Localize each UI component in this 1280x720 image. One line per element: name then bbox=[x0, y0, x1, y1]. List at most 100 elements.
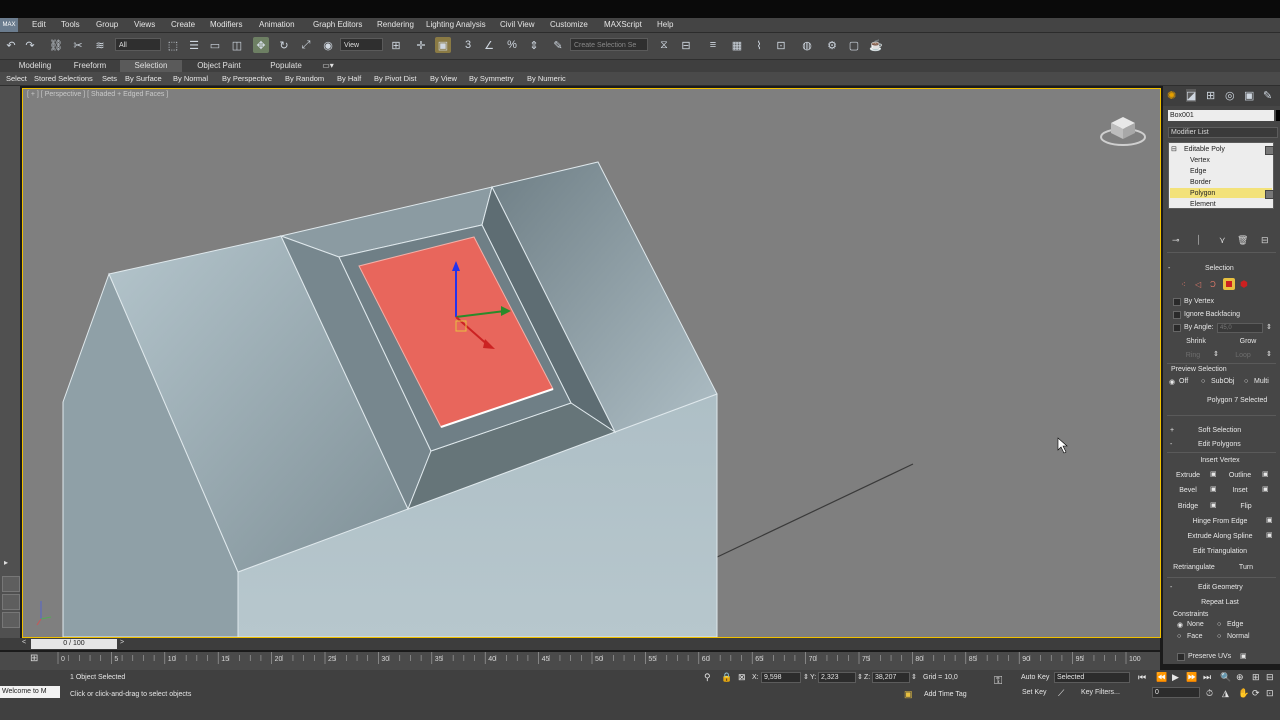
menu-rendering[interactable]: Rendering bbox=[377, 18, 414, 32]
create-tab-icon[interactable]: ✺ bbox=[1167, 89, 1176, 102]
set-key-button[interactable]: Set Key bbox=[1022, 689, 1047, 696]
subbar-by-random[interactable]: By Random bbox=[285, 72, 324, 85]
loop-button[interactable]: Loop bbox=[1225, 350, 1261, 362]
polygon-mode-icon[interactable] bbox=[1223, 278, 1235, 290]
preserve-uvs-settings-icon[interactable]: ▣ bbox=[1240, 652, 1247, 660]
tab-object-paint[interactable]: Object Paint bbox=[186, 60, 252, 72]
undo-icon[interactable]: ↶ bbox=[3, 37, 19, 53]
reference-coordinate-dropdown[interactable]: View bbox=[340, 38, 383, 51]
edit-polygons-rollout[interactable]: Edit Polygons bbox=[1198, 441, 1241, 448]
app-logo[interactable]: MAX bbox=[0, 18, 18, 32]
mirror-icon[interactable]: ⧖ bbox=[656, 37, 672, 53]
bind-space-warp-icon[interactable]: ≋ bbox=[92, 37, 108, 53]
retriangulate-button[interactable]: Retriangulate bbox=[1167, 562, 1221, 574]
pin-stack-icon[interactable]: ⊸ bbox=[1172, 235, 1180, 246]
motion-tab-icon[interactable]: ◎ bbox=[1225, 89, 1235, 102]
hierarchy-tab-icon[interactable]: ⊞ bbox=[1206, 89, 1215, 102]
constraint-none-radio[interactable]: ◉ bbox=[1177, 621, 1183, 629]
render-production-icon[interactable]: ☕ bbox=[868, 37, 884, 53]
menu-maxscript[interactable]: MAXScript bbox=[604, 18, 642, 32]
ring-spinner-icon[interactable]: ⇕ bbox=[1213, 350, 1219, 358]
stack-edge[interactable]: Edge bbox=[1190, 168, 1206, 175]
hinge-settings-icon[interactable]: ▣ bbox=[1266, 516, 1273, 524]
select-object-icon[interactable]: ⬚ bbox=[165, 37, 181, 53]
constraint-edge-radio[interactable]: ○ bbox=[1217, 621, 1221, 628]
menu-civil-view[interactable]: Civil View bbox=[500, 18, 535, 32]
material-editor-icon[interactable]: ◍ bbox=[799, 37, 815, 53]
time-configuration-icon[interactable]: ⏱ bbox=[1206, 688, 1213, 699]
show-end-result-icon[interactable]: ⏐ bbox=[1196, 235, 1201, 246]
selection-rollout-title[interactable]: Selection bbox=[1205, 265, 1234, 272]
orbit-icon[interactable]: ⟳ bbox=[1252, 688, 1260, 699]
subbar-by-view[interactable]: By View bbox=[430, 72, 457, 85]
ignore-backfacing-checkbox[interactable] bbox=[1173, 311, 1181, 319]
extrude-spline-settings-icon[interactable]: ▣ bbox=[1266, 531, 1273, 539]
tab-modeling[interactable]: Modeling bbox=[8, 60, 62, 72]
turn-button[interactable]: Turn bbox=[1225, 562, 1267, 574]
scale-icon[interactable]: ⤢ bbox=[298, 37, 314, 53]
edge-mode-icon[interactable]: ◁ bbox=[1195, 280, 1201, 289]
x-spinner-icon[interactable]: ⇕ bbox=[803, 673, 809, 681]
edit-named-selection-icon[interactable]: ✎ bbox=[550, 37, 566, 53]
element-mode-icon[interactable]: ⬢ bbox=[1240, 279, 1248, 290]
key-mode-dropdown[interactable]: Selected bbox=[1054, 672, 1130, 683]
by-angle-checkbox[interactable] bbox=[1173, 324, 1181, 332]
select-manipulate-icon[interactable]: ✛ bbox=[413, 37, 429, 53]
rendered-frame-window-icon[interactable]: ▢ bbox=[846, 37, 862, 53]
menu-views[interactable]: Views bbox=[134, 18, 155, 32]
tab-freeform[interactable]: Freeform bbox=[62, 60, 118, 72]
loop-spinner-icon[interactable]: ⇕ bbox=[1266, 350, 1272, 358]
remove-modifier-icon[interactable]: 🗑 bbox=[1237, 235, 1248, 246]
spinner-snap-icon[interactable]: ⇕ bbox=[526, 37, 542, 53]
menu-animation[interactable]: Animation bbox=[259, 18, 295, 32]
next-frame-icon[interactable]: ⏩ bbox=[1186, 672, 1197, 683]
stack-polygon[interactable]: Polygon bbox=[1190, 190, 1215, 197]
zoom-all-icon[interactable]: ⊕ bbox=[1236, 672, 1244, 683]
play-icon[interactable]: ▶ bbox=[1172, 672, 1179, 683]
absolute-mode-icon[interactable]: ⊠ bbox=[738, 672, 746, 683]
field-of-view-icon[interactable]: ◮ bbox=[1222, 688, 1229, 699]
schematic-view-icon[interactable]: ⊡ bbox=[773, 37, 789, 53]
hinge-from-edge-button[interactable]: Hinge From Edge bbox=[1175, 516, 1265, 528]
ring-button[interactable]: Ring bbox=[1175, 350, 1211, 362]
inset-button[interactable]: Inset bbox=[1221, 485, 1259, 497]
place-icon[interactable]: ◉ bbox=[320, 37, 336, 53]
perspective-viewport[interactable]: [ + ] [ Perspective ] [ Shaded + Edged F… bbox=[22, 88, 1161, 638]
time-tag-icon[interactable]: ▣ bbox=[904, 689, 913, 700]
zoom-extents-all-icon[interactable]: ⊟ bbox=[1266, 672, 1274, 683]
constraint-normal-radio[interactable]: ○ bbox=[1217, 633, 1221, 640]
display-tab-icon[interactable]: ▣ bbox=[1244, 89, 1254, 102]
go-to-start-icon[interactable]: ⏮ bbox=[1138, 672, 1146, 683]
subbar-by-normal[interactable]: By Normal bbox=[173, 72, 208, 85]
bevel-button[interactable]: Bevel bbox=[1169, 485, 1207, 497]
subbar-by-pivot-dist[interactable]: By Pivot Dist bbox=[374, 72, 417, 85]
zoom-icon[interactable]: 🔍 bbox=[1220, 672, 1231, 683]
inset-settings-icon[interactable]: ▣ bbox=[1262, 485, 1269, 493]
extrude-settings-icon[interactable]: ▣ bbox=[1210, 470, 1217, 478]
add-time-tag-button[interactable]: Add Time Tag bbox=[924, 691, 967, 698]
previous-frame-icon[interactable]: ⏪ bbox=[1156, 672, 1167, 683]
subbar-sets[interactable]: Sets bbox=[102, 72, 117, 85]
selection-lock-icon[interactable]: 🔒 bbox=[721, 672, 732, 683]
edit-polygons-collapse-icon[interactable]: - bbox=[1170, 441, 1172, 448]
strip-slot-icon[interactable] bbox=[2, 594, 20, 610]
subbar-by-surface[interactable]: By Surface bbox=[125, 72, 162, 85]
flip-button[interactable]: Flip bbox=[1221, 501, 1271, 513]
preserve-uvs-checkbox[interactable] bbox=[1177, 653, 1185, 661]
menu-edit[interactable]: Edit bbox=[32, 18, 46, 32]
stack-vertex[interactable]: Vertex bbox=[1190, 157, 1210, 164]
selection-filter-dropdown[interactable]: All bbox=[115, 38, 161, 51]
utilities-tab-icon[interactable]: ✎ bbox=[1263, 89, 1272, 102]
stack-element[interactable]: Element bbox=[1190, 201, 1216, 208]
x-coordinate-field[interactable]: 9,598 bbox=[761, 672, 801, 683]
subbar-by-half[interactable]: By Half bbox=[337, 72, 361, 85]
snaps-toggle-icon[interactable]: 3 bbox=[460, 37, 476, 53]
angle-snap-icon[interactable]: ∠ bbox=[481, 37, 497, 53]
zoom-extents-icon[interactable]: ⊞ bbox=[1252, 672, 1260, 683]
bridge-settings-icon[interactable]: ▣ bbox=[1210, 501, 1217, 509]
isolate-selection-icon[interactable]: ⚲ bbox=[704, 672, 711, 683]
rectangular-selection-icon[interactable]: ▭ bbox=[207, 37, 223, 53]
outline-settings-icon[interactable]: ▣ bbox=[1262, 470, 1269, 478]
border-mode-icon[interactable]: Ɔ bbox=[1210, 280, 1216, 289]
extrude-along-spline-button[interactable]: Extrude Along Spline bbox=[1175, 531, 1265, 543]
